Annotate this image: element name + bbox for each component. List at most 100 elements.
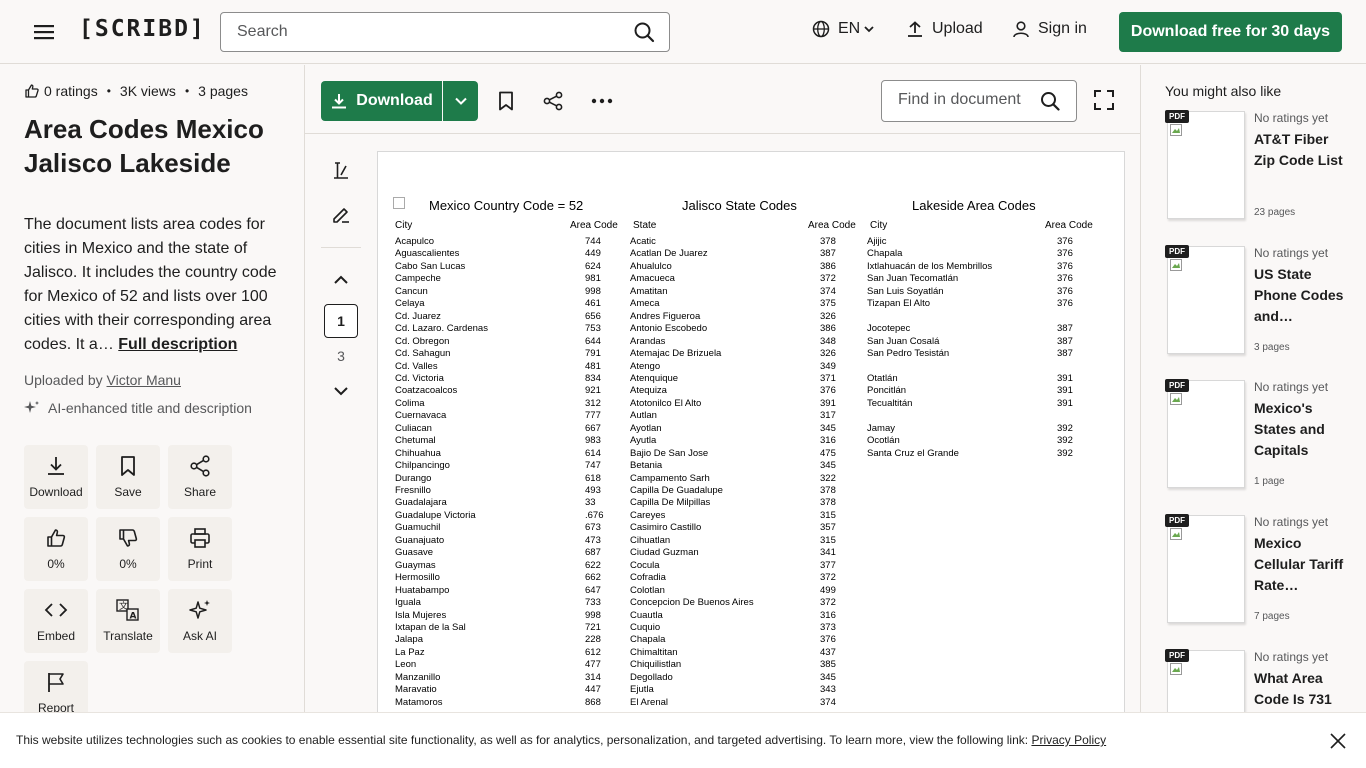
close-icon[interactable] [1328, 731, 1348, 751]
row-area-code: 376 [1057, 260, 1073, 272]
privacy-policy-link[interactable]: Privacy Policy [1031, 733, 1106, 747]
row-area-code: 392 [1057, 447, 1073, 459]
row-area-code: 348 [820, 335, 836, 347]
thumbs-up-icon [45, 527, 67, 549]
action-label: Save [114, 485, 142, 499]
row-city: Isla Mujeres [395, 609, 447, 621]
related-card[interactable]: PDF No ratings yet US State Phone Codes … [1165, 245, 1355, 358]
row-city: Casimiro Castillo [630, 522, 702, 534]
print-action[interactable]: Print [168, 517, 232, 581]
related-card[interactable]: PDF No ratings yet Mexico Cellular Tarif… [1165, 514, 1355, 627]
document-thumbnail [1167, 246, 1245, 354]
row-area-code: 374 [820, 696, 836, 708]
row-city: Manzanillo [395, 671, 441, 683]
thumbs-up-icon [24, 83, 40, 99]
mexico-codes-table: Mexico Country Code = 52 City Area Code … [395, 198, 625, 767]
chevron-up-icon[interactable] [333, 274, 349, 286]
uploader-link[interactable]: Victor Manu [107, 372, 181, 388]
row-area-code: 834 [585, 372, 601, 384]
download-free-trial-button[interactable]: Download free for 30 days [1119, 12, 1342, 52]
row-area-code: 341 [820, 547, 836, 559]
scribd-logo[interactable]: [SCRIBD] [79, 16, 206, 42]
card-title[interactable]: Mexico Cellular Tariff Rate… [1254, 533, 1346, 596]
row-area-code: 721 [585, 621, 601, 633]
row-area-code: 372 [820, 273, 836, 285]
action-label: Print [187, 557, 213, 571]
printer-icon [189, 527, 211, 549]
card-title[interactable]: US State Phone Codes and… [1254, 264, 1346, 327]
download-button[interactable]: Download [321, 81, 442, 121]
related-card[interactable]: PDF No ratings yet AT&T Fiber Zip Code L… [1165, 110, 1355, 223]
fullscreen-icon[interactable] [1093, 89, 1115, 111]
card-title[interactable]: AT&T Fiber Zip Code List [1254, 129, 1346, 171]
column-header-city: City [870, 220, 888, 231]
table-title: Lakeside Area Codes [912, 198, 1036, 213]
row-area-code: 357 [820, 522, 836, 534]
language-selector[interactable]: EN [812, 20, 874, 38]
row-area-code: 345 [820, 422, 836, 434]
bookmark-icon[interactable] [496, 91, 516, 111]
row-area-code: 753 [585, 323, 601, 335]
total-pages-number[interactable]: 3 [324, 348, 358, 364]
broken-image-icon [1170, 663, 1182, 675]
translate-action[interactable]: 文A Translate [96, 589, 160, 653]
row-area-code: 461 [585, 298, 601, 310]
row-area-code: 371 [820, 372, 836, 384]
svg-text:A: A [130, 612, 137, 622]
row-city: Tecualtitán [867, 397, 913, 409]
current-page-indicator[interactable]: 1 [324, 304, 358, 338]
dislike-action[interactable]: 0% [96, 517, 160, 581]
pdf-badge: PDF [1165, 110, 1189, 123]
download-icon [45, 455, 67, 477]
row-city: Guaymas [395, 559, 436, 571]
document-page: Mexico Country Code = 52 City Area Code … [377, 151, 1125, 768]
download-label: Download [356, 92, 433, 109]
upload-button[interactable]: Upload [906, 20, 983, 38]
document-toolbar: Download [305, 65, 1140, 134]
embed-action[interactable]: Embed [24, 589, 88, 653]
row-area-code: 378 [820, 497, 836, 509]
save-action[interactable]: Save [96, 445, 160, 509]
chevron-down-icon [864, 25, 874, 33]
share-action[interactable]: Share [168, 445, 232, 509]
like-action[interactable]: 0% [24, 517, 88, 581]
annotate-pen-icon[interactable] [331, 205, 351, 225]
related-card[interactable]: PDF No ratings yet Mexico's States and C… [1165, 379, 1355, 492]
cookie-banner: This website utilizes technologies such … [0, 712, 1366, 768]
text-selection-icon[interactable] [331, 161, 351, 181]
row-city: Chapala [867, 248, 903, 260]
download-action[interactable]: Download [24, 445, 88, 509]
action-label: Share [183, 485, 217, 499]
search-icon[interactable] [1040, 91, 1060, 111]
share-icon[interactable] [542, 91, 564, 111]
card-pages: 1 page [1254, 476, 1285, 487]
row-area-code: 449 [585, 248, 601, 260]
lakeside-codes-table: Lakeside Area Codes City Area Code Ajiji… [867, 198, 1107, 767]
separator-dot: • [106, 84, 111, 98]
row-city: Atenquique [630, 372, 679, 384]
sign-in-button[interactable]: Sign in [1012, 20, 1087, 38]
row-area-code: 387 [1057, 323, 1073, 335]
card-title[interactable]: What Area Code Is 731 [1254, 668, 1346, 710]
row-area-code: 391 [1057, 397, 1073, 409]
card-title[interactable]: Mexico's States and Capitals [1254, 398, 1346, 461]
full-description-link[interactable]: Full description [118, 336, 237, 353]
action-label: Embed [36, 629, 76, 643]
row-area-code: 791 [585, 348, 601, 360]
more-options-icon[interactable] [591, 98, 613, 104]
ask-ai-action[interactable]: Ask AI [168, 589, 232, 653]
row-city: Campamento Sarh [630, 472, 710, 484]
hamburger-menu-icon[interactable] [32, 22, 56, 42]
row-city: Cancun [395, 285, 428, 297]
document-stats: 0 ratings • 3K views • 3 pages [24, 83, 248, 99]
card-rating: No ratings yet [1254, 246, 1329, 260]
row-area-code: 376 [820, 634, 836, 646]
row-city: Acatlan De Juarez [630, 248, 708, 260]
row-city: Atequiza [630, 385, 667, 397]
chevron-down-icon[interactable] [333, 385, 349, 397]
card-pages: 23 pages [1254, 207, 1296, 218]
download-options-button[interactable] [443, 81, 478, 121]
search-input[interactable] [237, 21, 617, 43]
find-in-document-input[interactable] [898, 91, 1038, 109]
search-icon[interactable] [633, 21, 655, 43]
